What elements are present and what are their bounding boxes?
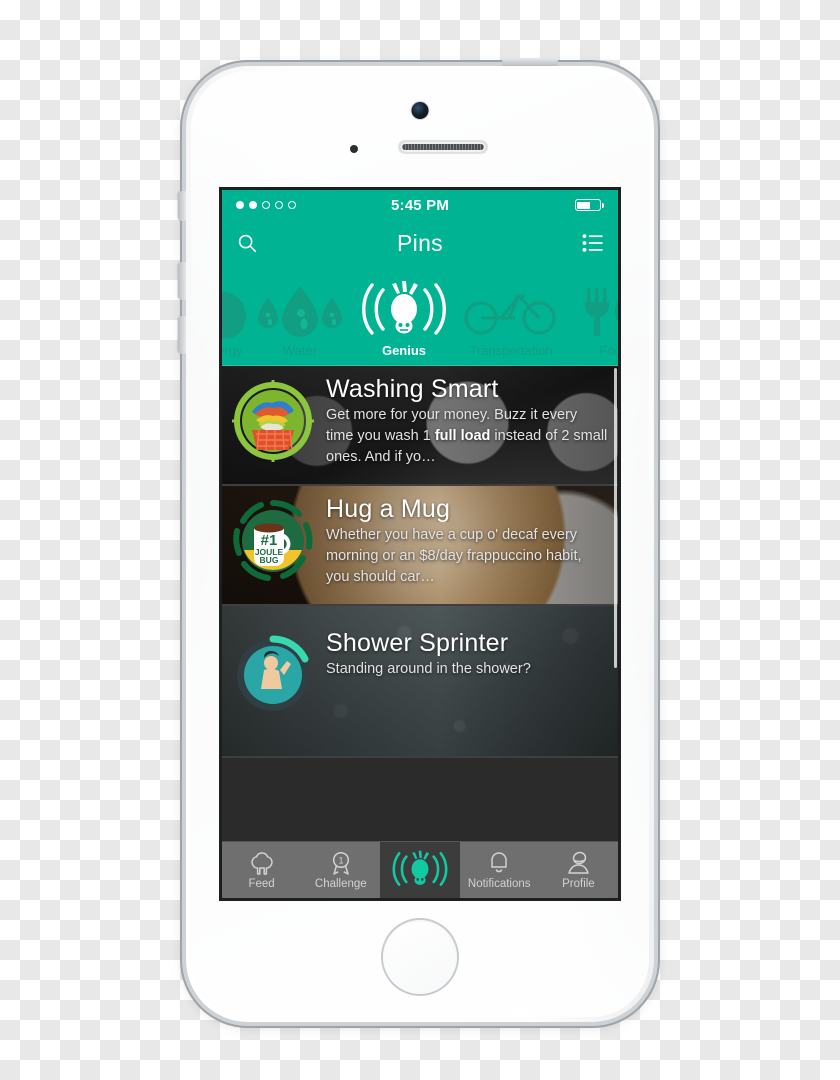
signal-strength-dots bbox=[236, 201, 296, 209]
volume-up-button[interactable] bbox=[178, 262, 186, 300]
tab-label-profile: Profile bbox=[562, 878, 595, 890]
firefly-icon bbox=[361, 281, 447, 338]
tab-genius[interactable] bbox=[380, 842, 460, 898]
tab-profile[interactable]: Profile bbox=[539, 842, 618, 898]
category-item-energy[interactable]: Energy bbox=[222, 282, 248, 366]
category-label-water: Water bbox=[282, 343, 318, 358]
signal-dot-4 bbox=[275, 201, 283, 209]
signal-dot-1 bbox=[236, 201, 244, 209]
category-label-genius: Genius bbox=[381, 343, 427, 358]
joule-bug-mug-badge: #1 JOULE BUG bbox=[230, 498, 316, 584]
tree-icon bbox=[249, 850, 275, 876]
tab-feed[interactable]: Feed bbox=[222, 842, 301, 898]
status-bar: 5:45 PM bbox=[222, 190, 618, 220]
vertical-scrollbar[interactable] bbox=[614, 368, 617, 668]
category-item-food[interactable]: Food bbox=[566, 282, 618, 366]
search-icon[interactable] bbox=[236, 232, 258, 254]
category-label-food: Food bbox=[599, 343, 618, 358]
svg-text:BUG: BUG bbox=[260, 555, 279, 565]
category-label-transportation: Transportation bbox=[469, 343, 553, 358]
firefly-icon bbox=[392, 849, 448, 889]
tab-bar[interactable]: Feed 1 Challenge Notifications Profile bbox=[222, 841, 618, 898]
tab-label-notifications: Notifications bbox=[467, 878, 531, 890]
category-label-energy: Energy bbox=[222, 343, 243, 358]
person-icon bbox=[565, 850, 591, 876]
card-title: Hug a Mug bbox=[326, 496, 451, 523]
signal-dot-3 bbox=[262, 201, 270, 209]
category-item-genius[interactable]: Genius bbox=[352, 281, 456, 366]
laundry-basket-badge bbox=[230, 378, 316, 464]
proximity-sensor bbox=[350, 145, 358, 153]
signal-dot-2 bbox=[249, 201, 257, 209]
bicycle-icon bbox=[463, 282, 559, 338]
volume-down-button[interactable] bbox=[178, 316, 186, 354]
phone-device: 5:45 PM Pins rgy Water Genius Transporta… bbox=[178, 58, 654, 1022]
battery-icon bbox=[574, 199, 604, 211]
bell-icon bbox=[486, 850, 512, 876]
power-button[interactable] bbox=[502, 58, 558, 66]
svg-text:1: 1 bbox=[338, 856, 343, 866]
category-item-water[interactable]: Water bbox=[248, 282, 352, 366]
card-title: Washing Smart bbox=[326, 376, 499, 403]
nav-bar: Pins bbox=[222, 220, 618, 266]
pin-feed-list[interactable]: Washing Smart Get more for your money. B… bbox=[222, 366, 618, 898]
category-item-transportation[interactable]: Transportation bbox=[456, 282, 566, 366]
fork-plate-icon bbox=[571, 282, 618, 338]
leaf-icon bbox=[222, 282, 248, 338]
ribbon-icon: 1 bbox=[328, 850, 354, 876]
signal-dot-5 bbox=[288, 201, 296, 209]
earpiece-speaker bbox=[400, 142, 486, 152]
front-camera bbox=[411, 102, 429, 119]
tab-label-feed: Feed bbox=[248, 878, 275, 890]
card-title: Shower Sprinter bbox=[326, 630, 509, 657]
list-item[interactable]: #1 JOULE BUG Hug a Mug Whether you have … bbox=[222, 486, 618, 606]
showering-person-badge bbox=[230, 632, 316, 718]
category-carousel[interactable]: Energy Water bbox=[222, 266, 618, 366]
card-description: Standing around in the shower? bbox=[326, 661, 531, 678]
list-item[interactable]: Shower Sprinter Standing around in the s… bbox=[222, 606, 618, 758]
tab-challenge[interactable]: 1 Challenge bbox=[301, 842, 380, 898]
card-description: Whether you have a cup o' decaf every mo… bbox=[326, 527, 582, 586]
page-title: Pins bbox=[397, 229, 443, 256]
mute-switch-button[interactable] bbox=[178, 191, 186, 221]
list-item[interactable]: Washing Smart Get more for your money. B… bbox=[222, 366, 618, 486]
home-button[interactable] bbox=[383, 920, 457, 994]
phone-screen: 5:45 PM Pins rgy Water Genius Transporta… bbox=[222, 190, 618, 898]
list-icon[interactable] bbox=[582, 233, 604, 253]
tab-label-challenge: Challenge bbox=[314, 878, 367, 890]
tab-notifications[interactable]: Notifications bbox=[460, 842, 539, 898]
card-description: Get more for your money. Buzz it every t… bbox=[326, 407, 608, 466]
water-drops-icon bbox=[252, 282, 348, 338]
